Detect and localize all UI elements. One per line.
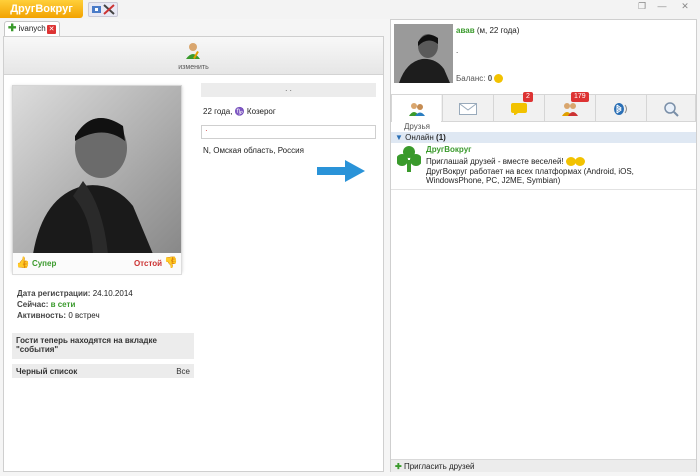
tab-messages[interactable]: 2 <box>493 92 543 122</box>
activity-value: 0 встреч <box>68 311 100 320</box>
contact-text-1: Приглашай друзей - вместе веселей! <box>426 157 564 166</box>
field-mark: · <box>205 126 208 135</box>
events-badge: 179 <box>571 92 589 102</box>
blacklist-row[interactable]: Черный список Все <box>12 364 194 378</box>
age-zodiac-row: 22 года, ♑ Козерог <box>203 107 276 116</box>
edit-bar[interactable]: изменить <box>4 37 383 75</box>
tab-profile[interactable]: ✚ ivanych ✕ <box>4 21 60 36</box>
registration-row: Дата регистрации: 24.10.2014 <box>17 289 133 298</box>
user-header: авав (м, 22 года) . Баланс: 0 <box>456 20 696 86</box>
arrow-right-icon <box>317 160 365 182</box>
blacklist-label: Черный список <box>16 367 78 376</box>
add-icon: ✚ <box>8 23 17 34</box>
thumbs-up-icon: 👍 <box>16 257 30 269</box>
dislike-button[interactable]: Отстой 👎 <box>134 257 178 270</box>
online-label: Онлайн <box>405 133 434 142</box>
app-logo[interactable]: ДругВокруг <box>0 0 83 18</box>
status-value: в сети <box>50 300 76 309</box>
contact-row[interactable]: ДругВокруг Приглашай друзей - вместе вес… <box>391 143 696 190</box>
profile-panel: изменить 👍 Супер Отстой 👎 Дата регистрац… <box>3 36 384 472</box>
tab-bluetooth[interactable] <box>595 95 645 122</box>
like-label: Супер <box>31 259 57 268</box>
toolbar-tools-button[interactable] <box>88 2 118 17</box>
profile-photo[interactable] <box>12 85 182 272</box>
search-icon <box>664 101 679 117</box>
status-label: Сейчас: <box>17 300 49 309</box>
photo-image <box>13 86 181 254</box>
close-window-icon[interactable]: ✕ <box>679 1 691 11</box>
tools-icon <box>92 4 115 15</box>
minimize-window-icon[interactable]: — <box>656 1 668 11</box>
contact-message-line2: ДругВокруг работает на всех платформах (… <box>426 167 634 185</box>
location-text: N, Омская область, Россия <box>203 146 304 155</box>
like-button[interactable]: 👍 Супер <box>16 257 56 270</box>
section-tabs: 2 179 <box>391 92 696 122</box>
registration-label: Дата регистрации: <box>17 289 91 298</box>
name-placeholder: . . <box>201 83 376 97</box>
friends-section-label: Друзья <box>404 122 430 131</box>
coin-icon <box>494 74 504 84</box>
edit-profile-icon <box>186 43 200 59</box>
zodiac-text: Козерог <box>246 107 276 116</box>
registration-value: 24.10.2014 <box>92 289 133 298</box>
user-name-row: авав (м, 22 года) <box>456 26 519 35</box>
messages-badge: 2 <box>523 92 533 102</box>
tab-search[interactable] <box>646 95 696 122</box>
guests-notice: Гости теперь находятся на вкладке "событ… <box>12 333 194 359</box>
user-name[interactable]: авав <box>456 26 475 35</box>
smiley-icon <box>575 157 586 167</box>
invite-friends-bar[interactable]: ✚ Пригласить друзей <box>391 459 696 472</box>
clover-icon <box>397 146 421 172</box>
contact-message-line1: Приглашай друзей - вместе веселей! <box>426 157 586 167</box>
contacts-panel: авав (м, 22 года) . Баланс: 0 2 179 Друз… <box>390 19 697 472</box>
tab-mail[interactable] <box>442 95 492 122</box>
balance-value: 0 <box>487 74 493 83</box>
events-icon <box>561 102 578 116</box>
user-avatar[interactable] <box>394 24 453 83</box>
bluetooth-icon <box>613 102 627 115</box>
status-row: Сейчас: в сети <box>17 300 75 309</box>
balance-row: Баланс: 0 <box>456 74 504 84</box>
add-icon: ✚ <box>395 462 402 471</box>
activity-label: Активность: <box>17 311 67 320</box>
friends-icon <box>408 102 425 116</box>
contact-name: ДругВокруг <box>426 145 472 154</box>
tab-label: ivanych <box>18 24 46 33</box>
tab-friends[interactable] <box>391 95 441 122</box>
triangle-down-icon: ▼ <box>395 133 403 142</box>
balance-label: Баланс: <box>456 74 486 83</box>
capricorn-icon: ♑ <box>234 107 245 116</box>
age-text: 22 года, <box>203 107 233 116</box>
thumbs-down-icon: 👎 <box>164 257 178 269</box>
restore-window-icon[interactable]: ❐ <box>636 1 648 11</box>
online-count: (1) <box>436 133 446 142</box>
activity-row: Активность: 0 встреч <box>17 311 100 320</box>
online-group[interactable]: ▼ Онлайн (1) <box>391 132 696 143</box>
invite-label: Пригласить друзей <box>403 462 475 471</box>
user-status: . <box>456 46 459 55</box>
rating-bar: 👍 Супер Отстой 👎 <box>12 253 182 275</box>
tab-events[interactable]: 179 <box>544 92 594 122</box>
tab-close-icon[interactable]: ✕ <box>47 25 56 34</box>
blacklist-value: Все <box>176 367 190 376</box>
status-field[interactable]: · <box>201 125 376 139</box>
dislike-label: Отстой <box>133 259 163 268</box>
mail-icon <box>458 102 477 115</box>
edit-label: изменить <box>178 64 209 71</box>
chat-icon <box>510 103 527 115</box>
user-details: (м, 22 года) <box>476 26 520 35</box>
